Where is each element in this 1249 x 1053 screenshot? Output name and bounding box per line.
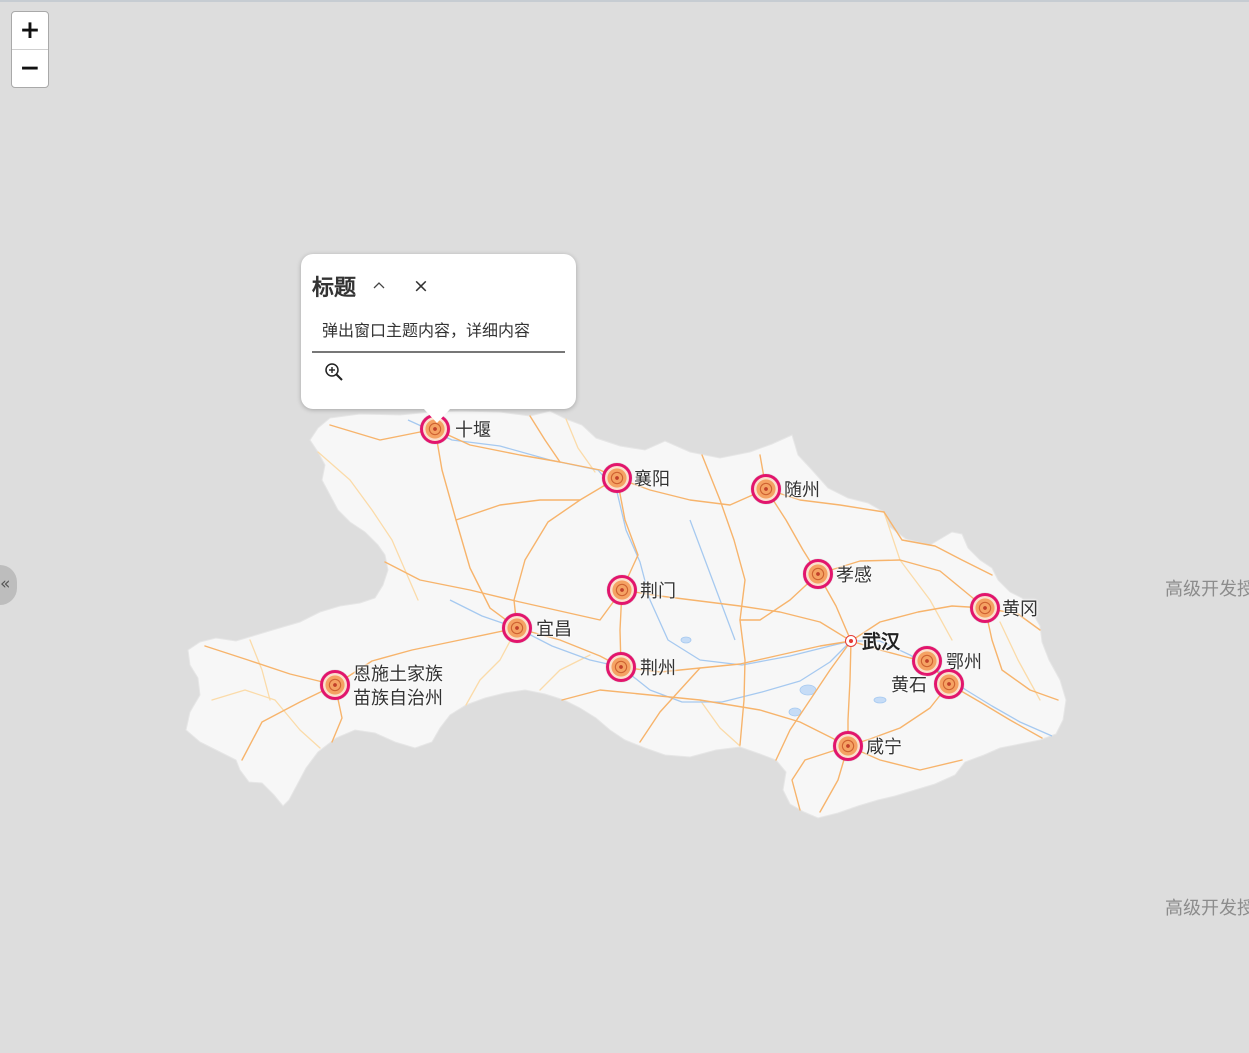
poi-marker-icon[interactable] (602, 463, 632, 493)
poi-marker-icon[interactable] (934, 669, 964, 699)
capital-label: 武汉 (862, 632, 901, 653)
poi-marker-icon[interactable] (912, 646, 942, 676)
watermark-text: 高级开发授 (1165, 579, 1249, 599)
city-label: 随州 (784, 480, 820, 500)
chevron-up-icon-graphic (373, 282, 385, 289)
city-label: 宜昌 (536, 619, 572, 639)
popup-title: 标题 (312, 275, 357, 300)
city-label: 黄冈 (1002, 599, 1038, 619)
zoom-out-button[interactable]: − (12, 50, 48, 87)
popup-content: 弹出窗口主题内容，详细内容 (322, 323, 531, 340)
zoom-in-icon-graphic (325, 363, 343, 381)
chevron-up-icon[interactable] (372, 279, 386, 293)
info-popup: 标题 × 弹出窗口主题内容，详细内容 (301, 254, 576, 423)
lake-shape (680, 636, 692, 644)
poi-marker-icon[interactable] (502, 613, 532, 643)
popup-pointer (423, 408, 451, 423)
poi-marker-icon[interactable] (320, 670, 350, 700)
poi-marker-icon[interactable] (606, 652, 636, 682)
poi-marker-icon[interactable] (751, 474, 781, 504)
city-label: 襄阳 (634, 469, 670, 489)
poi-marker-icon[interactable] (607, 575, 637, 605)
city-label-line-2: 苗族自治州 (353, 688, 443, 708)
close-icon[interactable]: × (413, 276, 429, 296)
poi-marker-icon[interactable] (833, 731, 863, 761)
lake-shape (873, 696, 887, 704)
zoom-in-button[interactable]: + (12, 12, 48, 49)
city-label: 孝感 (836, 565, 872, 585)
lake-shape (788, 707, 802, 717)
base-map[interactable] (0, 0, 1249, 1053)
city-label: 荆门 (640, 581, 676, 601)
zoom-in-icon[interactable] (324, 362, 344, 382)
city-label: 荆州 (640, 658, 676, 678)
map-viewport[interactable]: 武汉 十堰 襄阳 随州 孝感 荆门 宜昌 黄冈 鄂州 黄石 荆州 恩施土家族 苗… (0, 0, 1249, 1053)
poi-marker-icon[interactable] (803, 559, 833, 589)
popup-divider (312, 351, 565, 353)
city-label: 十堰 (455, 420, 491, 440)
city-label: 咸宁 (866, 737, 902, 757)
city-label: 黄石 (891, 675, 927, 695)
watermark-text: 高级开发授 (1165, 898, 1249, 918)
city-label-line-1: 恩施土家族 (353, 664, 443, 684)
double-chevron-left-icon: « (0, 574, 11, 594)
poi-marker-icon[interactable] (970, 593, 1000, 623)
capital-target-icon[interactable] (845, 635, 857, 647)
zoom-control: + − (11, 11, 49, 88)
